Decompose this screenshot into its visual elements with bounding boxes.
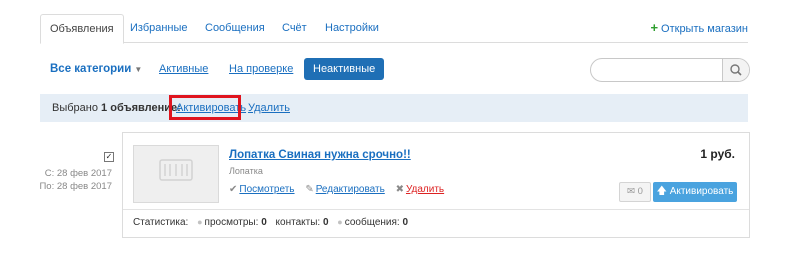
listing-title-link[interactable]: Лопатка Свиная нужна срочно!! (229, 149, 411, 161)
activate-button[interactable]: 🡅 Активировать (653, 182, 737, 202)
open-store-link[interactable]: + Открыть магазин (650, 14, 748, 42)
plus-icon: + (650, 20, 659, 35)
selection-prefix: Выбрано (52, 102, 98, 114)
check-icon: ✔ (229, 184, 238, 195)
delete-link[interactable]: Удалить (406, 184, 444, 195)
views-value: 0 (261, 217, 267, 228)
search-button[interactable] (722, 59, 749, 81)
activate-button-label: Активировать (669, 186, 734, 197)
filter-active[interactable]: Активные (159, 63, 208, 75)
highlight-box (169, 95, 241, 120)
edit-link[interactable]: Редактировать (316, 184, 385, 195)
stats-label: Статистика: (133, 217, 189, 228)
account-tabs: Объявления Избранные Сообщения Счёт Наст… (40, 14, 748, 44)
listing-thumbnail[interactable] (133, 145, 219, 203)
messages-button[interactable]: ✉ 0 (619, 182, 651, 202)
listing-category: Лопатка (229, 166, 263, 176)
listing-checkbox[interactable]: ✓ (104, 152, 114, 162)
envelope-icon: ✉ (627, 186, 636, 197)
arrow-up-icon: 🡅 (656, 186, 667, 197)
all-categories-label: Все категории (50, 63, 132, 75)
views-label: просмотры: (204, 217, 259, 228)
tab-account[interactable]: Счёт (282, 14, 307, 42)
messages-value: 0 (402, 217, 409, 228)
tab-favorites[interactable]: Избранные (130, 14, 188, 42)
speech-bubble-icon: ● (337, 217, 343, 227)
pencil-icon: ✎ (305, 184, 314, 195)
filter-moderation[interactable]: На проверке (229, 63, 293, 75)
filter-row: Все категории ▼ Активные На проверке Неак… (48, 58, 750, 82)
stats-divider (123, 209, 749, 210)
search-field[interactable] (590, 58, 750, 82)
search-icon (730, 64, 742, 76)
messages-count: 0 (637, 186, 643, 197)
selection-bar: Выбрано 1 объявление: Активировать Удали… (40, 94, 748, 122)
listing-card: Лопатка Свиная нужна срочно!! Лопатка ✔ П… (122, 132, 750, 238)
date-from: С: 28 фев 2017 (44, 168, 112, 179)
selection-text: Выбрано 1 объявление: (52, 102, 181, 114)
listing-actions: ✔ Посмотреть ✎ Редактировать ✖ Удалить (229, 184, 444, 195)
bulk-delete-link[interactable]: Удалить (248, 102, 290, 114)
chevron-down-icon: ▼ (134, 65, 143, 74)
view-link[interactable]: Посмотреть (239, 184, 294, 195)
all-categories-dropdown[interactable]: Все категории ▼ (50, 63, 142, 75)
tab-settings[interactable]: Настройки (325, 14, 379, 42)
tab-messages[interactable]: Сообщения (205, 14, 265, 42)
listing-price: 1 руб. (700, 147, 735, 161)
filter-inactive-button[interactable]: Неактивные (304, 58, 385, 80)
open-store-label: Открыть магазин (661, 23, 748, 35)
cross-icon: ✖ (395, 184, 404, 195)
tab-listings[interactable]: Объявления (40, 14, 124, 44)
contacts-label: контакты: (275, 217, 321, 228)
contacts-value: 0 (322, 217, 329, 228)
placeholder-image-icon (159, 159, 193, 181)
messages-label: сообщения: (344, 217, 400, 228)
date-to: По: 28 фев 2017 (39, 181, 112, 192)
eye-icon: ● (197, 217, 203, 227)
listing-stats: Статистика: ● просмотры: 0 контакты: 0 ● с… (133, 217, 408, 228)
